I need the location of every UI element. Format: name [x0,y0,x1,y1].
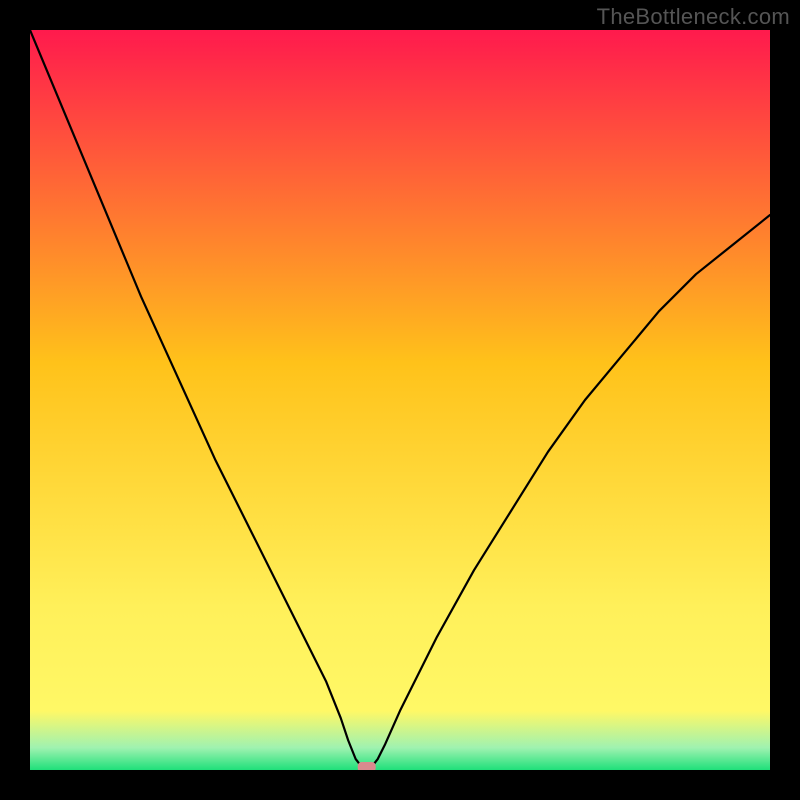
frame-bottom [0,770,800,800]
chart-container: TheBottleneck.com [0,0,800,800]
watermark-text: TheBottleneck.com [597,4,790,30]
frame-right [770,0,800,800]
gradient-background [30,30,770,770]
frame-left [0,0,30,800]
bottleneck-chart [0,0,800,800]
